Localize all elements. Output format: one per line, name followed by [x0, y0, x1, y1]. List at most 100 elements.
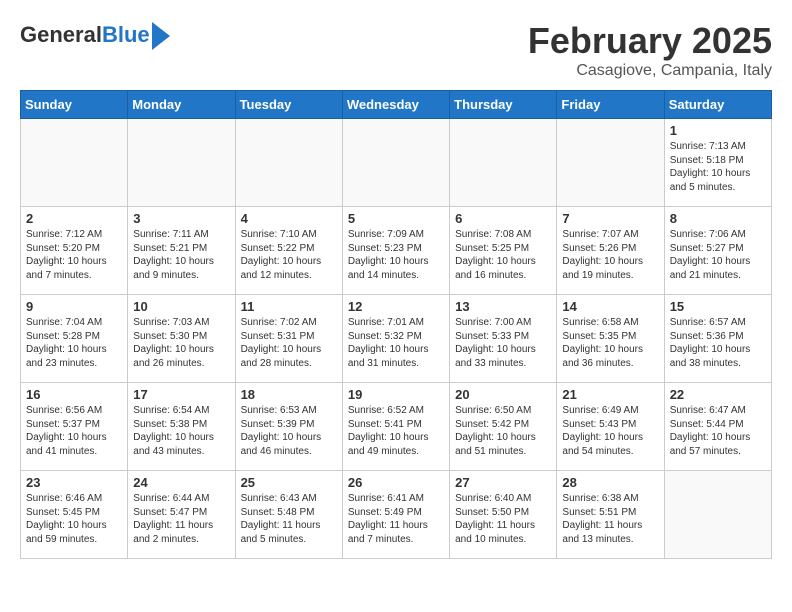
calendar-day-cell: 2 Sunrise: 7:12 AM Sunset: 5:20 PM Daylig…	[21, 207, 128, 295]
calendar-day-cell: 26 Sunrise: 6:41 AM Sunset: 5:49 PM Dayli…	[342, 471, 449, 559]
calendar-day-cell	[342, 119, 449, 207]
calendar-day-cell: 16 Sunrise: 6:56 AM Sunset: 5:37 PM Dayli…	[21, 383, 128, 471]
calendar-day-cell: 3 Sunrise: 7:11 AM Sunset: 5:21 PM Daylig…	[128, 207, 235, 295]
day-number: 19	[348, 387, 444, 402]
calendar-day-cell	[128, 119, 235, 207]
calendar-subtitle: Casagiove, Campania, Italy	[528, 62, 772, 80]
calendar-day-cell	[21, 119, 128, 207]
day-number: 26	[348, 475, 444, 490]
day-number: 8	[670, 211, 766, 226]
title-area: February 2025 Casagiove, Campania, Italy	[528, 20, 772, 80]
day-info: Sunrise: 6:56 AM Sunset: 5:37 PM Dayligh…	[26, 404, 122, 458]
day-info: Sunrise: 7:11 AM Sunset: 5:21 PM Dayligh…	[133, 228, 229, 282]
day-info: Sunrise: 7:03 AM Sunset: 5:30 PM Dayligh…	[133, 316, 229, 370]
day-of-week-header: Thursday	[450, 91, 557, 119]
day-of-week-header: Sunday	[21, 91, 128, 119]
day-info: Sunrise: 7:04 AM Sunset: 5:28 PM Dayligh…	[26, 316, 122, 370]
header: GeneralBlue February 2025 Casagiove, Cam…	[20, 20, 772, 80]
day-info: Sunrise: 6:41 AM Sunset: 5:49 PM Dayligh…	[348, 492, 444, 546]
day-number: 6	[455, 211, 551, 226]
day-number: 22	[670, 387, 766, 402]
calendar-day-cell: 15 Sunrise: 6:57 AM Sunset: 5:36 PM Dayli…	[664, 295, 771, 383]
day-info: Sunrise: 6:43 AM Sunset: 5:48 PM Dayligh…	[241, 492, 337, 546]
calendar-day-cell: 27Sunrise: 6:40 AM Sunset: 5:50 PM Dayli…	[450, 471, 557, 559]
day-info: Sunrise: 6:58 AM Sunset: 5:35 PM Dayligh…	[562, 316, 658, 370]
day-number: 5	[348, 211, 444, 226]
calendar-title: February 2025	[528, 20, 772, 62]
day-info: Sunrise: 6:38 AM Sunset: 5:51 PM Dayligh…	[562, 492, 658, 546]
day-info: Sunrise: 7:13 AM Sunset: 5:18 PM Dayligh…	[670, 140, 766, 194]
logo-arrow-icon	[152, 22, 170, 50]
calendar-day-cell: 20 Sunrise: 6:50 AM Sunset: 5:42 PM Dayli…	[450, 383, 557, 471]
day-of-week-header: Monday	[128, 91, 235, 119]
day-info: Sunrise: 7:00 AM Sunset: 5:33 PM Dayligh…	[455, 316, 551, 370]
day-of-week-header: Saturday	[664, 91, 771, 119]
calendar-day-cell: 17 Sunrise: 6:54 AM Sunset: 5:38 PM Dayli…	[128, 383, 235, 471]
day-info: Sunrise: 6:54 AM Sunset: 5:38 PM Dayligh…	[133, 404, 229, 458]
calendar-day-cell: 21Sunrise: 6:49 AM Sunset: 5:43 PM Dayli…	[557, 383, 664, 471]
day-number: 17	[133, 387, 229, 402]
day-number: 13	[455, 299, 551, 314]
day-number: 4	[241, 211, 337, 226]
day-info: Sunrise: 6:49 AM Sunset: 5:43 PM Dayligh…	[562, 404, 658, 458]
calendar-day-cell	[557, 119, 664, 207]
day-of-week-header: Friday	[557, 91, 664, 119]
day-number: 11	[241, 299, 337, 314]
calendar-day-cell: 11 Sunrise: 7:02 AM Sunset: 5:31 PM Dayli…	[235, 295, 342, 383]
calendar-day-cell: 14 Sunrise: 6:58 AM Sunset: 5:35 PM Dayli…	[557, 295, 664, 383]
day-number: 28	[562, 475, 658, 490]
day-info: Sunrise: 6:47 AM Sunset: 5:44 PM Dayligh…	[670, 404, 766, 458]
day-info: Sunrise: 7:01 AM Sunset: 5:32 PM Dayligh…	[348, 316, 444, 370]
day-number: 10	[133, 299, 229, 314]
day-info: Sunrise: 7:07 AM Sunset: 5:26 PM Dayligh…	[562, 228, 658, 282]
day-number: 27	[455, 475, 551, 490]
calendar-day-cell: 13 Sunrise: 7:00 AM Sunset: 5:33 PM Dayli…	[450, 295, 557, 383]
calendar-day-cell	[235, 119, 342, 207]
day-number: 24	[133, 475, 229, 490]
logo: GeneralBlue	[20, 20, 170, 50]
calendar-day-cell: 9 Sunrise: 7:04 AM Sunset: 5:28 PM Daylig…	[21, 295, 128, 383]
day-number: 16	[26, 387, 122, 402]
day-info: Sunrise: 6:52 AM Sunset: 5:41 PM Dayligh…	[348, 404, 444, 458]
day-number: 14	[562, 299, 658, 314]
calendar-day-cell: 6Sunrise: 7:08 AM Sunset: 5:25 PM Daylig…	[450, 207, 557, 295]
day-info: Sunrise: 6:53 AM Sunset: 5:39 PM Dayligh…	[241, 404, 337, 458]
calendar-day-cell	[664, 471, 771, 559]
calendar-day-cell: 25Sunrise: 6:43 AM Sunset: 5:48 PM Dayli…	[235, 471, 342, 559]
day-of-week-header: Wednesday	[342, 91, 449, 119]
day-number: 20	[455, 387, 551, 402]
day-number: 1	[670, 123, 766, 138]
day-info: Sunrise: 6:50 AM Sunset: 5:42 PM Dayligh…	[455, 404, 551, 458]
day-number: 23	[26, 475, 122, 490]
day-number: 7	[562, 211, 658, 226]
day-info: Sunrise: 6:57 AM Sunset: 5:36 PM Dayligh…	[670, 316, 766, 370]
calendar-day-cell: 4 Sunrise: 7:10 AM Sunset: 5:22 PM Daylig…	[235, 207, 342, 295]
day-of-week-header: Tuesday	[235, 91, 342, 119]
calendar-week-row: 23 Sunrise: 6:46 AM Sunset: 5:45 PM Dayli…	[21, 471, 772, 559]
day-info: Sunrise: 7:02 AM Sunset: 5:31 PM Dayligh…	[241, 316, 337, 370]
calendar-day-cell: 7 Sunrise: 7:07 AM Sunset: 5:26 PM Daylig…	[557, 207, 664, 295]
day-info: Sunrise: 7:12 AM Sunset: 5:20 PM Dayligh…	[26, 228, 122, 282]
calendar-day-cell: 23 Sunrise: 6:46 AM Sunset: 5:45 PM Dayli…	[21, 471, 128, 559]
header-row: SundayMondayTuesdayWednesdayThursdayFrid…	[21, 91, 772, 119]
day-number: 9	[26, 299, 122, 314]
day-number: 3	[133, 211, 229, 226]
calendar-day-cell: 10 Sunrise: 7:03 AM Sunset: 5:30 PM Dayli…	[128, 295, 235, 383]
day-info: Sunrise: 7:09 AM Sunset: 5:23 PM Dayligh…	[348, 228, 444, 282]
calendar-day-cell: 1 Sunrise: 7:13 AM Sunset: 5:18 PM Daylig…	[664, 119, 771, 207]
calendar-day-cell: 12 Sunrise: 7:01 AM Sunset: 5:32 PM Dayli…	[342, 295, 449, 383]
day-info: Sunrise: 6:46 AM Sunset: 5:45 PM Dayligh…	[26, 492, 122, 546]
calendar-day-cell: 28 Sunrise: 6:38 AM Sunset: 5:51 PM Dayli…	[557, 471, 664, 559]
calendar-week-row: 1 Sunrise: 7:13 AM Sunset: 5:18 PM Daylig…	[21, 119, 772, 207]
logo-text: GeneralBlue	[20, 23, 150, 47]
day-number: 15	[670, 299, 766, 314]
day-info: Sunrise: 7:10 AM Sunset: 5:22 PM Dayligh…	[241, 228, 337, 282]
calendar-day-cell: 5 Sunrise: 7:09 AM Sunset: 5:23 PM Daylig…	[342, 207, 449, 295]
day-number: 2	[26, 211, 122, 226]
calendar-day-cell: 22 Sunrise: 6:47 AM Sunset: 5:44 PM Dayli…	[664, 383, 771, 471]
calendar-body: 1 Sunrise: 7:13 AM Sunset: 5:18 PM Daylig…	[21, 119, 772, 559]
calendar-day-cell: 19 Sunrise: 6:52 AM Sunset: 5:41 PM Dayli…	[342, 383, 449, 471]
day-number: 12	[348, 299, 444, 314]
calendar-day-cell: 8Sunrise: 7:06 AM Sunset: 5:27 PM Daylig…	[664, 207, 771, 295]
calendar-day-cell: 18Sunrise: 6:53 AM Sunset: 5:39 PM Dayli…	[235, 383, 342, 471]
